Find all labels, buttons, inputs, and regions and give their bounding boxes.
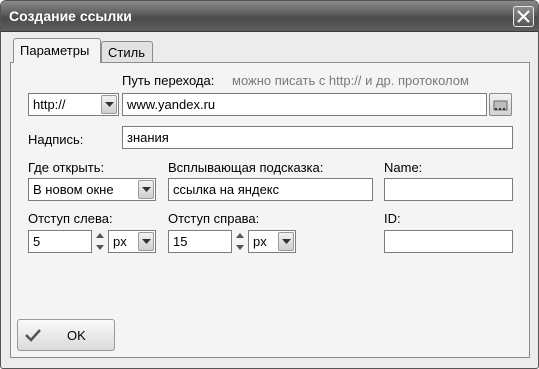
dialog-title: Создание ссылки <box>9 8 132 24</box>
chevron-down-icon <box>142 239 151 244</box>
url-label: Путь перехода: <box>122 73 215 88</box>
title-bar: Создание ссылки <box>1 1 538 32</box>
name-input[interactable] <box>384 178 513 201</box>
right-indent-label: Отступ справа: <box>168 211 260 226</box>
url-input[interactable]: www.yandex.ru <box>122 93 487 116</box>
browse-button[interactable] <box>489 93 512 116</box>
left-unit-dropdown-arrow[interactable] <box>138 232 154 251</box>
spin-down-icon[interactable] <box>234 242 246 253</box>
right-unit-select[interactable]: px <box>248 230 296 253</box>
chevron-down-icon <box>142 187 151 192</box>
right-unit-dropdown-arrow[interactable] <box>278 232 294 251</box>
url-hint: можно писать с http:// и др. протоколом <box>232 73 469 88</box>
left-indent-label: Отступ слева: <box>28 211 113 226</box>
chevron-down-icon <box>282 239 291 244</box>
parameters-panel: Путь перехода: можно писать с http:// и … <box>10 62 530 358</box>
left-unit-select[interactable]: px <box>108 230 156 253</box>
spin-up-icon[interactable] <box>234 230 246 241</box>
tab-parameters[interactable]: Параметры <box>13 38 101 63</box>
left-indent-input[interactable]: 5 <box>28 230 92 253</box>
target-dropdown-arrow[interactable] <box>138 180 154 199</box>
spin-up-icon[interactable] <box>94 230 106 241</box>
protocol-select[interactable]: http:// <box>28 93 119 116</box>
ok-button[interactable]: OK <box>17 319 115 351</box>
close-button[interactable] <box>513 6 534 27</box>
tab-style[interactable]: Стиль <box>101 41 153 64</box>
spin-down-icon[interactable] <box>94 242 106 253</box>
id-label: ID: <box>384 211 401 226</box>
left-indent-stepper[interactable] <box>94 230 106 253</box>
target-label: Где открыть: <box>28 160 105 175</box>
folder-browse-icon <box>493 100 508 111</box>
left-unit-value: px <box>113 234 127 249</box>
right-indent-stepper[interactable] <box>234 230 246 253</box>
name-label: Name: <box>384 160 423 175</box>
id-input[interactable] <box>384 230 513 253</box>
link-dialog: Создание ссылки Параметры Стиль Путь пер… <box>0 0 539 369</box>
caption-input[interactable]: знания <box>122 126 513 149</box>
tooltip-label: Всплывающая подсказка: <box>168 160 324 175</box>
target-value: В новом окне <box>33 182 114 197</box>
right-indent-input[interactable]: 15 <box>168 230 232 253</box>
checkmark-icon <box>25 329 41 342</box>
close-icon <box>517 10 530 23</box>
protocol-value: http:// <box>33 97 66 112</box>
target-select[interactable]: В новом окне <box>28 178 156 201</box>
right-unit-value: px <box>253 234 267 249</box>
caption-label: Надпись: <box>28 132 84 147</box>
ok-label: OK <box>67 328 86 343</box>
protocol-dropdown-arrow[interactable] <box>101 95 117 114</box>
chevron-down-icon <box>105 102 114 107</box>
tooltip-input[interactable]: ссылка на яндекс <box>168 178 373 201</box>
